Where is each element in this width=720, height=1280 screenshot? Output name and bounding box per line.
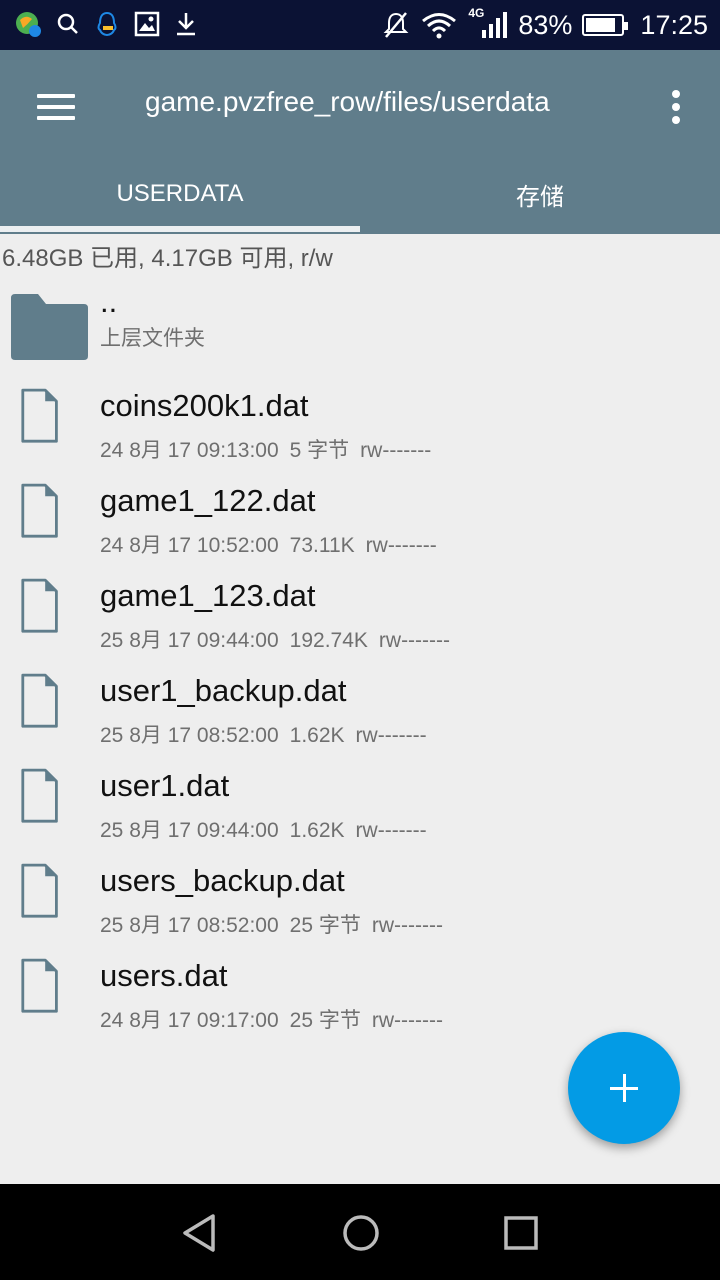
storage-info: 6.48GB 已用, 4.17GB 可用, r/w <box>2 245 333 272</box>
file-date: 24 8月 17 09:13:00 <box>100 439 279 462</box>
file-meta: 24 8月 17 09:17:00 25 字节 rw------- <box>100 1004 454 1034</box>
tab-storage[interactable]: 存储 <box>360 154 720 234</box>
image-icon <box>134 11 160 37</box>
file-row[interactable]: users_backup.dat 25 8月 17 08:52:00 25 字节 rw… <box>0 851 720 946</box>
battery-percent: 83% <box>518 9 573 40</box>
file-row[interactable]: game1_123.dat 25 8月 17 09:44:00 192.74K rw-… <box>0 566 720 661</box>
qq-icon <box>97 11 117 37</box>
back-icon[interactable] <box>165 1198 235 1268</box>
file-meta: 24 8月 17 10:52:00 73.11K rw------- <box>100 529 448 559</box>
parent-folder-name: .. <box>100 284 118 319</box>
file-size: 1.62K <box>289 819 345 842</box>
file-size: 5 字节 <box>289 439 350 462</box>
file-size: 192.74K <box>289 629 368 652</box>
tab-userdata[interactable]: USERDATA <box>0 154 360 234</box>
system-icons: 4G 83% 17:25 <box>382 6 708 42</box>
file-name: users_backup.dat <box>100 863 345 898</box>
file-row[interactable]: users.dat 24 8月 17 09:17:00 25 字节 rw------- <box>0 946 720 1041</box>
active-tab-indicator <box>0 226 360 232</box>
mute-icon <box>383 12 409 38</box>
file-icon <box>21 958 58 1013</box>
file-icon <box>21 673 58 728</box>
app-bar: game.pvzfree_row/files/userdata USERDATA… <box>0 50 720 234</box>
signal-icon: 4G <box>468 6 508 42</box>
status-bar: 4G 83% 17:25 <box>0 0 720 50</box>
file-date: 25 8月 17 09:44:00 <box>100 819 279 842</box>
wifi-icon <box>422 13 457 39</box>
hamburger-menu-icon[interactable] <box>30 84 82 130</box>
app-globe-icon <box>16 12 41 37</box>
file-date: 25 8月 17 08:52:00 <box>100 914 279 937</box>
file-permissions: rw------- <box>355 819 427 842</box>
file-name: users.dat <box>100 958 228 993</box>
home-icon[interactable] <box>326 1198 396 1268</box>
parent-folder-subtitle: 上层文件夹 <box>100 327 205 350</box>
battery-icon <box>582 14 629 36</box>
file-icon <box>21 768 58 823</box>
file-meta: 25 8月 17 09:44:00 1.62K rw------- <box>100 814 438 844</box>
navigation-bar <box>0 1184 720 1280</box>
download-icon <box>177 13 195 36</box>
add-icon[interactable] <box>568 1032 680 1144</box>
file-size: 73.11K <box>289 534 355 557</box>
notification-icons <box>14 10 198 38</box>
more-vert-icon[interactable] <box>656 84 696 130</box>
clock: 17:25 <box>640 9 708 40</box>
file-icon <box>21 863 58 918</box>
file-icon <box>21 483 58 538</box>
file-row[interactable]: user1_backup.dat 25 8月 17 08:52:00 1.62K rw… <box>0 661 720 756</box>
file-name: game1_122.dat <box>100 483 316 518</box>
file-size: 25 字节 <box>289 914 361 937</box>
file-meta: 25 8月 17 09:44:00 192.74K rw------- <box>100 624 461 654</box>
file-date: 25 8月 17 08:52:00 <box>100 724 279 747</box>
file-row[interactable]: user1.dat 25 8月 17 09:44:00 1.62K rw------- <box>0 756 720 851</box>
file-date: 24 8月 17 10:52:00 <box>100 534 279 557</box>
file-size: 25 字节 <box>289 1009 361 1032</box>
file-size: 1.62K <box>289 724 345 747</box>
file-row[interactable]: coins200k1.dat 24 8月 17 09:13:00 5 字节 rw---… <box>0 376 720 471</box>
file-meta: 25 8月 17 08:52:00 1.62K rw------- <box>100 719 438 749</box>
file-name: game1_123.dat <box>100 578 316 613</box>
file-permissions: rw------- <box>378 629 451 652</box>
parent-folder-row[interactable]: .. 上层文件夹 <box>0 282 720 377</box>
file-icon <box>21 388 58 443</box>
file-date: 25 8月 17 09:44:00 <box>100 629 279 652</box>
file-name: coins200k1.dat <box>100 388 309 423</box>
path-title: game.pvzfree_row/files/userdata <box>145 86 550 117</box>
file-date: 24 8月 17 09:17:00 <box>100 1009 279 1032</box>
recents-icon[interactable] <box>486 1198 556 1268</box>
file-icon <box>21 578 58 633</box>
file-permissions: rw------- <box>355 724 427 747</box>
file-permissions: rw------- <box>360 439 432 462</box>
file-permissions: rw------- <box>371 914 443 937</box>
file-meta: 25 8月 17 08:52:00 25 字节 rw------- <box>100 909 454 939</box>
file-meta: 24 8月 17 09:13:00 5 字节 rw------- <box>100 434 442 464</box>
search-icon <box>57 13 78 34</box>
file-permissions: rw------- <box>371 1009 443 1032</box>
file-row[interactable]: game1_122.dat 24 8月 17 10:52:00 73.11K rw--… <box>0 471 720 566</box>
folder-icon <box>11 294 88 360</box>
file-name: user1.dat <box>100 768 230 803</box>
file-permissions: rw------- <box>365 534 437 557</box>
file-name: user1_backup.dat <box>100 673 347 708</box>
